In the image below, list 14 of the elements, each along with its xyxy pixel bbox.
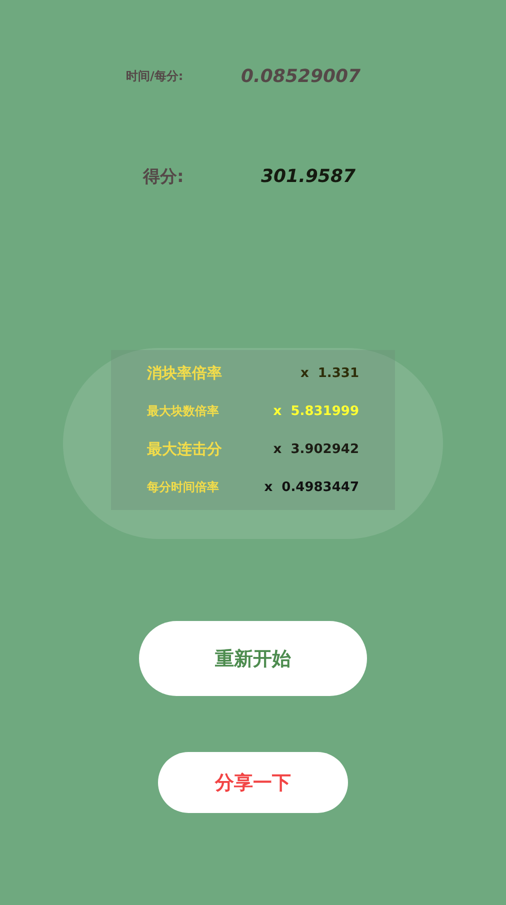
stat-value: 301.9587 — [261, 166, 356, 187]
multiplier-label: 最大块数倍率 — [147, 403, 219, 420]
stat-label: 得分: — [143, 166, 185, 188]
share-button[interactable]: 分享一下 — [158, 752, 348, 813]
multiplier-value: x 1.331 — [300, 366, 359, 381]
stat-label: 时间/每分: — [126, 68, 184, 85]
stat-value: 0.08529007 — [241, 66, 361, 87]
restart-button[interactable]: 重新开始 — [139, 621, 367, 696]
multiplier-value: x 0.4983447 — [264, 480, 359, 495]
multiplier-value: x 5.831999 — [273, 404, 359, 419]
multiplier-label: 消块率倍率 — [147, 364, 222, 383]
multiplier-value: x 3.902942 — [273, 442, 359, 457]
multiplier-label: 最大连击分 — [147, 440, 222, 459]
multiplier-label: 每分时间倍率 — [147, 479, 219, 496]
